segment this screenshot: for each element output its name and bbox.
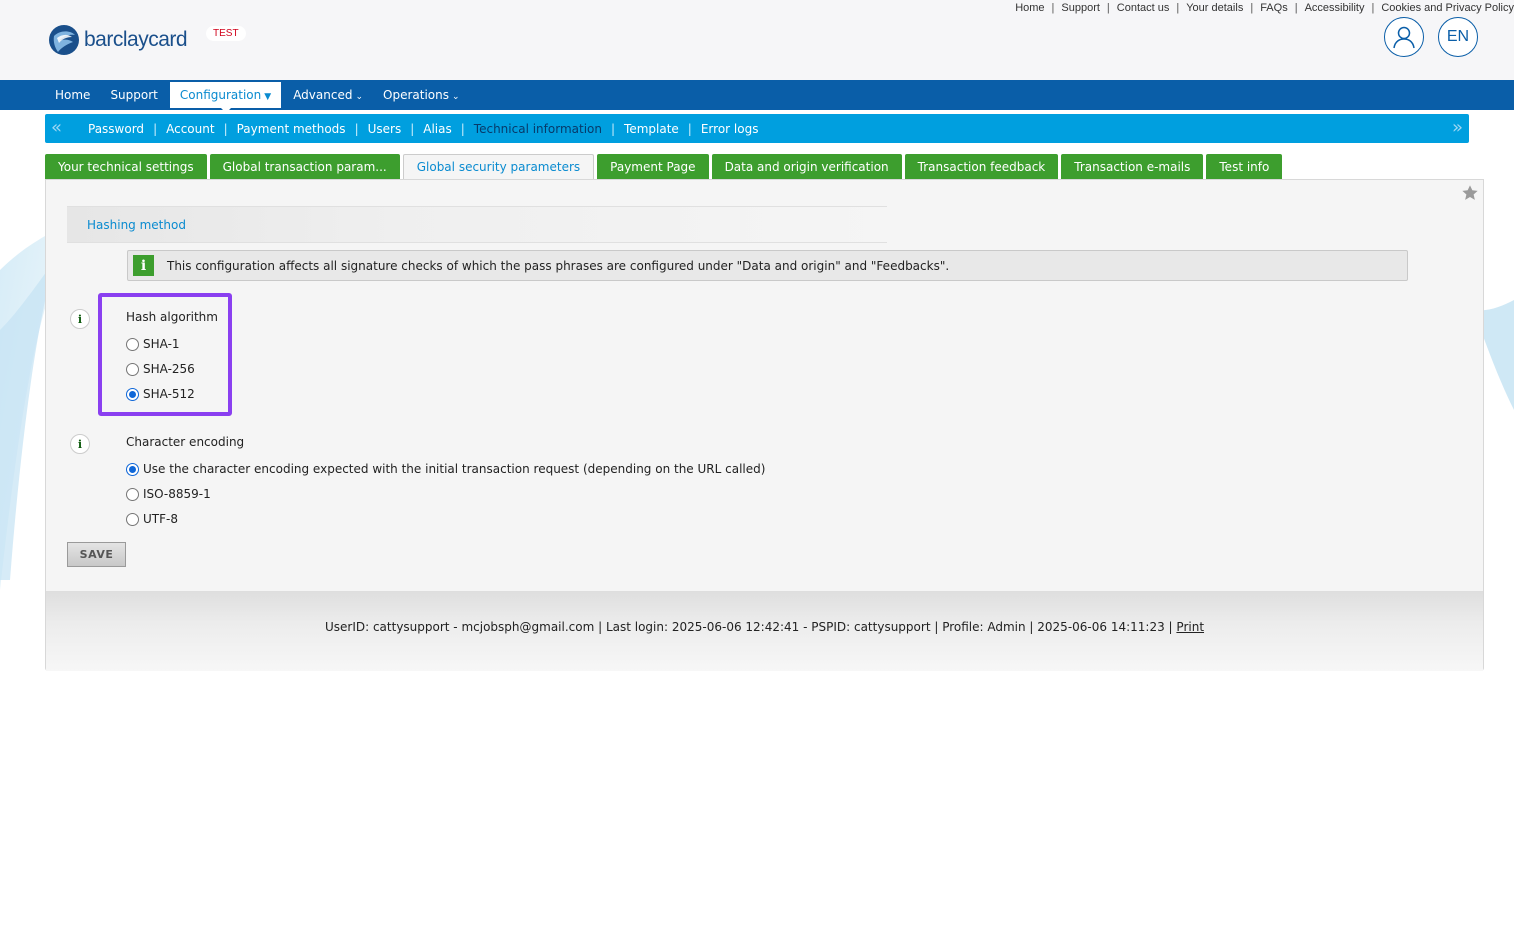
session-info-text: UserID: cattysupport - mcjobsph@gmail.co… xyxy=(324,620,1173,634)
tab-your-technical-settings[interactable]: Your technical settings xyxy=(45,154,207,180)
logo-wordmark: barclaycard xyxy=(84,28,188,51)
content-panel: Hashing method i This configuration affe… xyxy=(45,179,1484,671)
nav-operations[interactable]: Operations ⌄ xyxy=(373,80,470,110)
tab-data-origin-verification[interactable]: Data and origin verification xyxy=(711,154,902,180)
radio-encoding-initial-request[interactable]: Use the character encoding expected with… xyxy=(126,462,765,476)
radio-button-selected[interactable] xyxy=(126,387,139,401)
caret-down-icon: ▼ xyxy=(264,92,272,102)
subnav-technical-information[interactable]: Technical information | xyxy=(474,122,624,136)
nav-home-label: Home xyxy=(55,88,91,102)
subnav-label: Technical information xyxy=(473,121,602,136)
radio-sha-1[interactable]: SHA-1 xyxy=(126,337,180,351)
save-button[interactable]: SAVE xyxy=(67,542,126,567)
nav-support[interactable]: Support xyxy=(100,80,167,110)
toplink-contact-us[interactable]: Contact us xyxy=(1117,2,1170,14)
subnav-template[interactable]: Template | xyxy=(624,122,701,136)
sub-navigation: « Password | Account | Payment methods | Us… xyxy=(45,114,1469,143)
info-icon: i xyxy=(133,255,154,276)
tab-transaction-emails[interactable]: Transaction e-mails xyxy=(1061,154,1204,180)
tab-payment-page[interactable]: Payment Page xyxy=(597,154,709,180)
nav-advanced-label: Advanced xyxy=(293,88,353,102)
user-icon xyxy=(1393,26,1415,49)
user-account-button[interactable] xyxy=(1384,17,1424,57)
scroll-left-icon[interactable]: « xyxy=(51,117,62,139)
character-encoding-help-icon[interactable]: i xyxy=(70,434,90,454)
subnav-label: Account xyxy=(166,121,215,136)
radio-button[interactable] xyxy=(126,512,139,526)
chevron-down-icon: ⌄ xyxy=(355,92,364,102)
subnav-account[interactable]: Account | xyxy=(166,122,237,136)
radio-label: SHA-1 xyxy=(143,337,180,351)
radio-sha-512[interactable]: SHA-512 xyxy=(126,387,195,401)
tab-test-info[interactable]: Test info xyxy=(1206,154,1283,180)
subnav-password[interactable]: Password | xyxy=(88,122,166,136)
barclaycard-logo[interactable]: barclaycard xyxy=(48,24,188,56)
nav-configuration[interactable]: Configuration ▼ xyxy=(169,82,282,113)
subnav-payment-methods[interactable]: Payment methods | xyxy=(237,122,368,136)
language-button[interactable]: EN xyxy=(1438,17,1478,57)
session-info: UserID: cattysupport - mcjobsph@gmail.co… xyxy=(46,620,1483,634)
nav-configuration-label: Configuration xyxy=(179,88,262,102)
tab-global-security-parameters[interactable]: Global security parameters xyxy=(402,154,595,181)
subnav-error-logs[interactable]: Error logs xyxy=(701,122,759,136)
subnav-label: Users xyxy=(367,121,402,136)
star-favorite-icon[interactable] xyxy=(1461,184,1479,202)
subnav-label: Password xyxy=(88,121,145,136)
radio-button-selected[interactable] xyxy=(126,462,139,476)
eagle-logo-icon xyxy=(49,25,79,55)
radio-encoding-iso-8859-1[interactable]: ISO-8859-1 xyxy=(126,487,211,501)
radio-button[interactable] xyxy=(126,337,139,351)
section-title: Hashing method xyxy=(87,218,186,232)
utility-links: Home | Support | Contact us | Your details |… xyxy=(1015,2,1514,14)
subnav-alias[interactable]: Alias | xyxy=(423,122,474,136)
main-navigation: Home Support Configuration ▼ Advanced ⌄ Op… xyxy=(0,80,1514,113)
subnav-label: Payment methods xyxy=(236,121,346,136)
header: barclaycard TEST Home | Support | Contact … xyxy=(0,0,1514,80)
environment-badge: TEST xyxy=(206,26,246,41)
radio-label: ISO-8859-1 xyxy=(143,487,211,501)
radio-label: SHA-512 xyxy=(143,387,195,401)
radio-sha-256[interactable]: SHA-256 xyxy=(126,362,195,376)
toplink-support[interactable]: Support xyxy=(1061,2,1100,14)
settings-tabs: Your technical settings Global transacti… xyxy=(45,154,1285,181)
section-header: Hashing method xyxy=(67,206,887,243)
radio-button[interactable] xyxy=(126,362,139,376)
toplink-accessibility[interactable]: Accessibility xyxy=(1305,2,1365,14)
toplink-cookies-privacy[interactable]: Cookies and Privacy Policy xyxy=(1381,2,1514,14)
footer: UserID: cattysupport - mcjobsph@gmail.co… xyxy=(46,591,1483,671)
nav-support-label: Support xyxy=(110,88,158,102)
chevron-down-icon: ⌄ xyxy=(452,92,460,102)
info-message-box: i This configuration affects all signatu… xyxy=(127,250,1408,281)
toplink-faqs[interactable]: FAQs xyxy=(1260,2,1288,14)
hash-algorithm-help-icon[interactable]: i xyxy=(70,309,90,329)
subnav-label: Template xyxy=(624,121,679,136)
radio-button[interactable] xyxy=(126,487,139,501)
nav-advanced[interactable]: Advanced ⌄ xyxy=(283,80,373,110)
toplink-home[interactable]: Home xyxy=(1015,2,1044,14)
toplink-your-details[interactable]: Your details xyxy=(1186,2,1243,14)
hash-algorithm-label: Hash algorithm xyxy=(126,310,218,324)
scroll-right-icon[interactable]: » xyxy=(1452,117,1463,139)
tab-transaction-feedback[interactable]: Transaction feedback xyxy=(904,154,1059,180)
radio-encoding-utf-8[interactable]: UTF-8 xyxy=(126,512,178,526)
character-encoding-label: Character encoding xyxy=(126,435,245,449)
tab-global-transaction-parameters[interactable]: Global transaction param... xyxy=(209,154,400,180)
radio-label: UTF-8 xyxy=(143,512,178,526)
subnav-users[interactable]: Users | xyxy=(368,122,424,136)
nav-home[interactable]: Home xyxy=(45,80,100,110)
info-message-text: This configuration affects all signature… xyxy=(167,259,950,273)
subnav-label: Alias xyxy=(423,121,452,136)
subnav-label: Error logs xyxy=(700,121,759,136)
print-link[interactable]: Print xyxy=(1176,620,1204,634)
nav-operations-label: Operations xyxy=(383,88,449,102)
radio-label: SHA-256 xyxy=(143,362,195,376)
radio-label: Use the character encoding expected with… xyxy=(143,462,766,476)
